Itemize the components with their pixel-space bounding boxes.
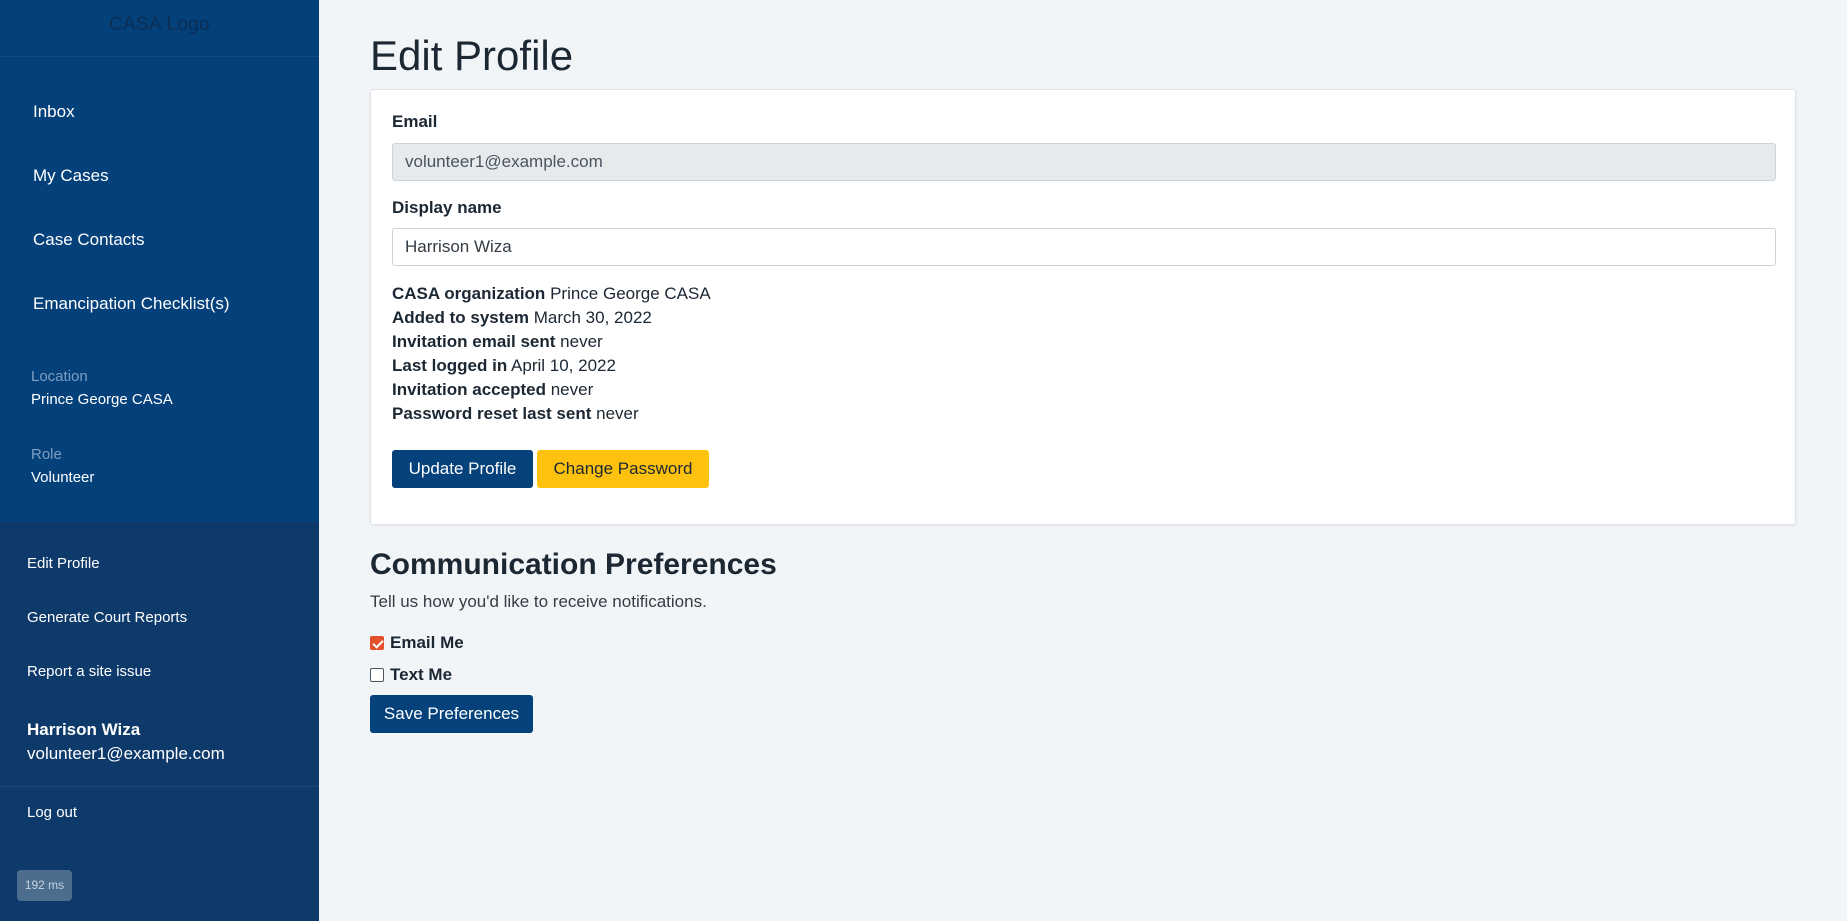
user-email: volunteer1@example.com — [27, 744, 225, 763]
email-label: Email — [392, 112, 438, 131]
sidebar-item-inbox[interactable]: Inbox — [33, 102, 75, 122]
info-value: never — [560, 332, 603, 351]
save-preferences-button[interactable]: Save Preferences — [370, 695, 533, 733]
location-value: Prince George CASA — [31, 391, 173, 408]
sidebar-item-generate-court-reports[interactable]: Generate Court Reports — [27, 609, 187, 626]
info-last-logged-in: Last logged in April 10, 2022 — [392, 356, 616, 376]
user-divider — [0, 786, 319, 787]
user-name: Harrison Wiza — [27, 720, 141, 739]
text-me-checkbox[interactable] — [370, 668, 384, 682]
update-profile-button[interactable]: Update Profile — [392, 450, 533, 488]
sidebar-item-my-cases[interactable]: My Cases — [33, 166, 109, 186]
sidebar-main-section: CASA Logo Inbox My Cases Case Contacts E… — [0, 0, 319, 522]
logout-link[interactable]: Log out — [27, 804, 77, 821]
info-value: April 10, 2022 — [511, 356, 616, 375]
page-title: Edit Profile — [370, 32, 574, 79]
sidebar: CASA Logo Inbox My Cases Case Contacts E… — [0, 0, 319, 921]
info-password-reset-last-sent: Password reset last sent never — [392, 404, 639, 424]
edit-profile-card: Email volunteer1@example.com Display nam… — [370, 89, 1796, 525]
info-value: March 30, 2022 — [533, 308, 652, 327]
communication-preferences-subtitle: Tell us how you'd like to receive notifi… — [370, 592, 707, 611]
performance-badge[interactable]: 192 ms — [17, 870, 72, 901]
email-me-label[interactable]: Email Me — [390, 633, 464, 653]
location-label: Location — [31, 368, 88, 385]
role-label: Role — [31, 446, 62, 463]
text-me-label[interactable]: Text Me — [390, 665, 452, 685]
display-name-field[interactable]: Harrison Wiza — [392, 228, 1776, 266]
sidebar-item-report-site-issue[interactable]: Report a site issue — [27, 663, 151, 680]
sidebar-item-case-contacts[interactable]: Case Contacts — [33, 230, 145, 250]
display-name-label: Display name — [392, 198, 502, 217]
info-label: Password reset last sent — [392, 404, 592, 423]
info-invitation-email-sent: Invitation email sent never — [392, 332, 603, 352]
change-password-button[interactable]: Change Password — [537, 450, 709, 488]
sidebar-item-emancipation-checklists[interactable]: Emancipation Checklist(s) — [33, 294, 230, 314]
info-label: Invitation email sent — [392, 332, 556, 351]
email-me-option[interactable]: Email Me — [370, 632, 464, 654]
info-value: Prince George CASA — [550, 284, 711, 303]
role-value: Volunteer — [31, 469, 95, 486]
info-label: Invitation accepted — [392, 380, 546, 399]
email-field[interactable]: volunteer1@example.com — [392, 143, 1776, 181]
info-invitation-accepted: Invitation accepted never — [392, 380, 593, 400]
email-me-checkbox[interactable] — [370, 636, 384, 650]
info-added-to-system: Added to system March 30, 2022 — [392, 308, 652, 328]
text-me-option[interactable]: Text Me — [370, 664, 452, 686]
casa-logo[interactable]: CASA Logo — [0, 14, 319, 36]
info-label: CASA organization — [392, 284, 546, 303]
info-casa-organization: CASA organization Prince George CASA — [392, 284, 711, 304]
info-value: never — [550, 380, 594, 399]
info-label: Added to system — [392, 308, 529, 327]
communication-preferences-title: Communication Preferences — [370, 548, 777, 581]
sidebar-item-edit-profile[interactable]: Edit Profile — [27, 555, 100, 572]
logo-divider — [0, 56, 319, 57]
info-label: Last logged in — [392, 356, 508, 375]
info-value: never — [596, 404, 639, 423]
